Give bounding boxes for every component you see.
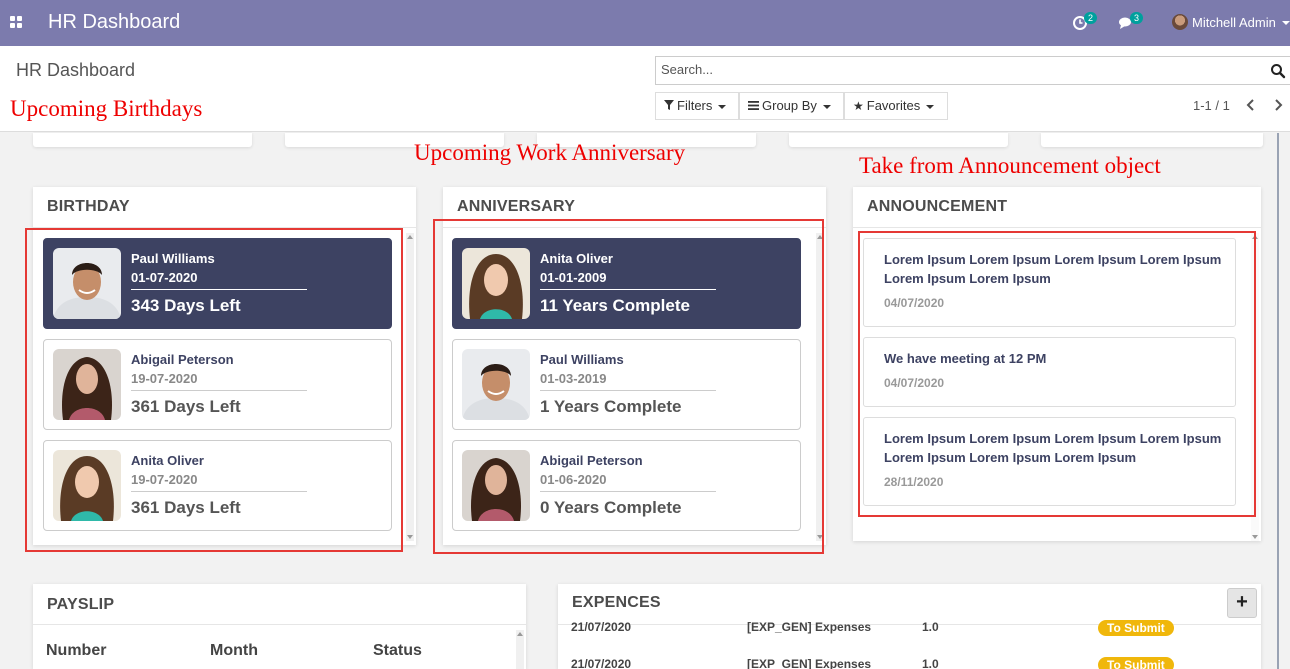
column-header-month[interactable]: Month — [210, 642, 258, 660]
top-navbar: HR Dashboard 2 3 Mitchell Admin — [0, 0, 1290, 46]
expense-date: 21/07/2020 — [571, 657, 632, 669]
apps-menu-icon[interactable] — [10, 16, 23, 29]
chevron-down-icon — [718, 104, 727, 109]
expense-date: 21/07/2020 — [571, 620, 632, 634]
table-row[interactable]: 21/07/2020 [EXP_GEN] Expenses 1.0 To Sub… — [571, 620, 1251, 640]
activity-button[interactable]: 2 — [1072, 12, 1102, 33]
anniversary-highlight-box — [433, 219, 824, 554]
birthday-title: BIRTHDAY — [47, 198, 130, 215]
scrollbar[interactable] — [516, 630, 524, 669]
status-badge: To Submit — [1098, 620, 1174, 636]
user-menu[interactable]: Mitchell Admin — [1172, 13, 1290, 33]
messages-button[interactable]: 3 — [1118, 12, 1148, 33]
group-by-label: Group By — [762, 98, 817, 113]
divider — [853, 227, 1261, 228]
user-name: Mitchell Admin — [1192, 15, 1276, 30]
content-border — [1277, 133, 1279, 669]
app-title: HR Dashboard — [48, 11, 181, 33]
annotation-birthdays: Upcoming Birthdays — [10, 96, 203, 121]
expense-qty: 1.0 — [922, 620, 939, 634]
search-icon[interactable] — [1270, 63, 1286, 79]
scroll-up-icon[interactable] — [407, 235, 413, 239]
favorites-label: Favorites — [866, 98, 921, 113]
annotation-announcement: Take from Announcement object — [859, 153, 1161, 178]
filters-label: Filters — [677, 98, 713, 113]
search-bar — [655, 56, 1290, 85]
filters-button[interactable]: Filters — [655, 92, 739, 120]
expense-name: [EXP_GEN] Expenses — [747, 657, 872, 669]
expences-panel: EXPENCES + 21/07/2020 [EXP_GEN] Expenses… — [558, 584, 1261, 669]
chevron-right-icon[interactable] — [1271, 96, 1285, 114]
birthday-highlight-box — [25, 228, 403, 552]
star-icon: ★ — [853, 99, 864, 113]
scrollbar[interactable] — [406, 233, 414, 541]
expense-name: [EXP_GEN] Expenses — [747, 620, 872, 634]
scroll-down-icon[interactable] — [1252, 535, 1258, 539]
summary-card — [1041, 133, 1263, 147]
announcement-highlight-box — [858, 231, 1256, 517]
message-count-badge: 3 — [1130, 12, 1144, 24]
search-input[interactable] — [661, 62, 1241, 77]
column-header-status[interactable]: Status — [373, 642, 422, 660]
payslip-panel: PAYSLIP Number Month Status — [33, 584, 526, 669]
annotation-anniversary: Upcoming Work Anniversary — [414, 140, 686, 165]
breadcrumb: HR Dashboard — [16, 60, 136, 80]
list-icon — [748, 101, 759, 110]
scroll-up-icon[interactable] — [517, 632, 523, 636]
favorites-button[interactable]: ★ Favorites — [844, 92, 948, 120]
status-badge: To Submit — [1098, 657, 1174, 669]
expences-title: EXPENCES — [572, 594, 661, 611]
summary-card — [789, 133, 1008, 147]
add-expense-button[interactable]: + — [1227, 588, 1257, 618]
filter-icon — [664, 100, 674, 110]
activity-count-badge: 2 — [1084, 12, 1098, 24]
chevron-down-icon — [926, 104, 935, 109]
table-row[interactable]: 21/07/2020 [EXP_GEN] Expenses 1.0 To Sub… — [571, 657, 1251, 669]
group-by-button[interactable]: Group By — [739, 92, 844, 120]
divider — [33, 624, 526, 625]
payslip-title: PAYSLIP — [47, 596, 115, 613]
summary-card — [33, 133, 252, 147]
user-avatar — [1172, 14, 1188, 30]
pager-value[interactable]: 1-1 / 1 — [1193, 98, 1230, 113]
chevron-down-icon — [1282, 21, 1290, 25]
scroll-down-icon[interactable] — [407, 535, 413, 539]
announcement-title: ANNOUNCEMENT — [867, 198, 1008, 215]
chevron-down-icon — [822, 104, 831, 109]
expense-qty: 1.0 — [922, 657, 939, 669]
chevron-left-icon[interactable] — [1244, 96, 1258, 114]
column-header-number[interactable]: Number — [46, 642, 106, 660]
anniversary-title: ANNIVERSARY — [457, 198, 576, 215]
